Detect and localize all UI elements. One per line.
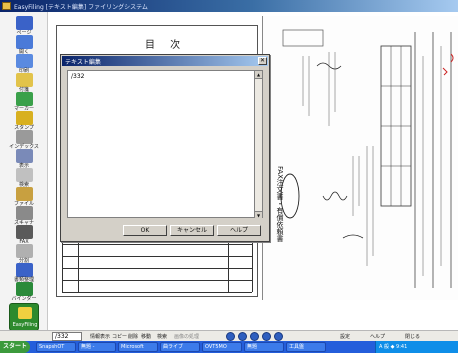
tool-icon xyxy=(15,92,33,106)
status-item-info[interactable]: 情報表示 xyxy=(90,333,110,340)
dialog-title: テキスト編集 xyxy=(65,59,101,66)
dialog-text-area[interactable]: /332 xyxy=(67,70,255,218)
toc-row-line xyxy=(62,292,252,293)
toolbar-tool[interactable]: 書類整理 xyxy=(3,263,45,284)
toolbar-tool[interactable]: FAX xyxy=(3,225,45,246)
easyfiling-logo-icon xyxy=(18,307,32,319)
tool-icon xyxy=(15,187,33,201)
nav-play-icon[interactable] xyxy=(250,332,259,341)
tool-icon xyxy=(15,73,33,87)
toc-row-line xyxy=(62,256,252,257)
status-item-move[interactable]: 移動 xyxy=(141,333,151,340)
easyfiling-logo-label: EasyFiling xyxy=(12,322,38,328)
toolbar-tool[interactable]: 表示 xyxy=(3,149,45,170)
status-close[interactable]: 閉じる xyxy=(405,333,420,340)
fax-headline: FAX注文書・有償依頼書 xyxy=(276,166,284,242)
tool-icon xyxy=(15,35,33,49)
tool-label: バインダー xyxy=(11,296,37,302)
nav-last-icon[interactable] xyxy=(274,332,283,341)
nav-next-icon[interactable] xyxy=(262,332,271,341)
fax-document-scan xyxy=(280,29,454,288)
toc-title: 目 次 xyxy=(145,40,187,51)
nav-prev-icon[interactable] xyxy=(238,332,247,341)
task-untitled[interactable]: 無題 - xyxy=(78,342,116,352)
tool-icon xyxy=(15,206,33,220)
toolbar-tool[interactable]: マーカー xyxy=(3,92,45,113)
status-help[interactable]: ヘルプ xyxy=(370,333,385,340)
close-icon: ✕ xyxy=(259,58,266,64)
toc-row-line xyxy=(62,280,252,281)
start-button[interactable]: スタート xyxy=(0,341,30,353)
dialog-text-scrollbar[interactable]: ▲ ▼ xyxy=(255,70,263,219)
fax-document-page[interactable]: FAX注文書・有償依頼書 xyxy=(262,16,458,300)
toolbar-tool[interactable]: 印刷 xyxy=(3,54,45,75)
task-toolbox[interactable]: 工具盤 xyxy=(286,342,326,352)
tool-icon xyxy=(15,244,33,258)
ok-button[interactable]: OK xyxy=(123,225,167,236)
toolbar-tool[interactable]: 分割 xyxy=(3,244,45,265)
window-titlebar: EasyFiling [テキスト編集] ファイリングシステム xyxy=(0,0,458,12)
toolbar-tool[interactable]: スタンプ xyxy=(3,111,45,132)
help-button[interactable]: ヘルプ xyxy=(217,225,261,236)
easyfiling-logo-button[interactable]: EasyFiling xyxy=(9,303,39,331)
toolbar-tool[interactable]: 付箋 xyxy=(3,73,45,94)
tool-icon xyxy=(15,130,33,144)
toc-row-line xyxy=(62,244,252,245)
toolbar-tool[interactable]: ページ xyxy=(3,16,45,37)
toolbar-tool[interactable]: バインダー xyxy=(3,282,45,303)
toolbar-tool[interactable]: 検索 xyxy=(3,168,45,189)
tool-icon xyxy=(15,263,33,277)
tool-icon xyxy=(15,282,33,296)
scroll-up-arrow-icon[interactable]: ▲ xyxy=(255,71,262,79)
tool-icon xyxy=(15,16,33,30)
status-item-delete[interactable]: 削除 xyxy=(128,333,138,340)
status-item-copy[interactable]: コピー xyxy=(112,333,127,340)
app-icon xyxy=(2,2,11,10)
nav-first-icon[interactable] xyxy=(226,332,235,341)
task-untitled-2[interactable]: 無題 xyxy=(244,342,284,352)
text-edit-dialog: テキスト編集 ✕ /332 ▲ ▼ OK キャンセル ヘルプ xyxy=(60,54,270,242)
system-tray: A 般 ◆ 9:41 xyxy=(375,341,458,353)
task-live[interactable]: 曲ライブ xyxy=(160,342,200,352)
os-taskbar: スタート SnapshOT 無題 - Microsoft 曲ライブ OVT5MO… xyxy=(0,341,458,353)
task-ovt[interactable]: OVT5MO xyxy=(202,342,242,352)
toolbar-tool[interactable]: 開く xyxy=(3,35,45,56)
status-settings[interactable]: 設定 xyxy=(340,333,350,340)
status-item-image-process[interactable]: 画像の処理 xyxy=(174,333,199,340)
task-snapshot[interactable]: SnapshOT xyxy=(36,342,76,352)
status-item-search[interactable]: 検索 xyxy=(157,333,167,340)
tool-icon xyxy=(15,149,33,163)
tool-icon xyxy=(15,168,33,182)
page-number-input[interactable] xyxy=(52,332,82,341)
window-title: EasyFiling [テキスト編集] ファイリングシステム xyxy=(14,4,148,11)
scroll-down-arrow-icon[interactable]: ▼ xyxy=(255,211,262,219)
toolbar-tool[interactable]: ファイル xyxy=(3,187,45,208)
toc-row-line xyxy=(62,268,252,269)
toolbar-tool[interactable]: スキャナ xyxy=(3,206,45,227)
tool-icon xyxy=(15,225,33,239)
task-microsoft[interactable]: Microsoft xyxy=(118,342,158,352)
tool-icon xyxy=(15,54,33,68)
dialog-titlebar[interactable]: テキスト編集 ✕ xyxy=(62,56,268,66)
tool-icon xyxy=(15,111,33,125)
status-bar: 情報表示 コピー 削除 移動 検索 画像の処理 設定 ヘルプ 閉じる xyxy=(0,330,458,341)
dialog-close-button[interactable]: ✕ xyxy=(258,57,267,65)
toolbar-tool[interactable]: インデックス xyxy=(3,130,45,151)
cancel-button[interactable]: キャンセル xyxy=(170,225,214,236)
tray-clock: A 般 ◆ 9:41 xyxy=(379,344,408,350)
